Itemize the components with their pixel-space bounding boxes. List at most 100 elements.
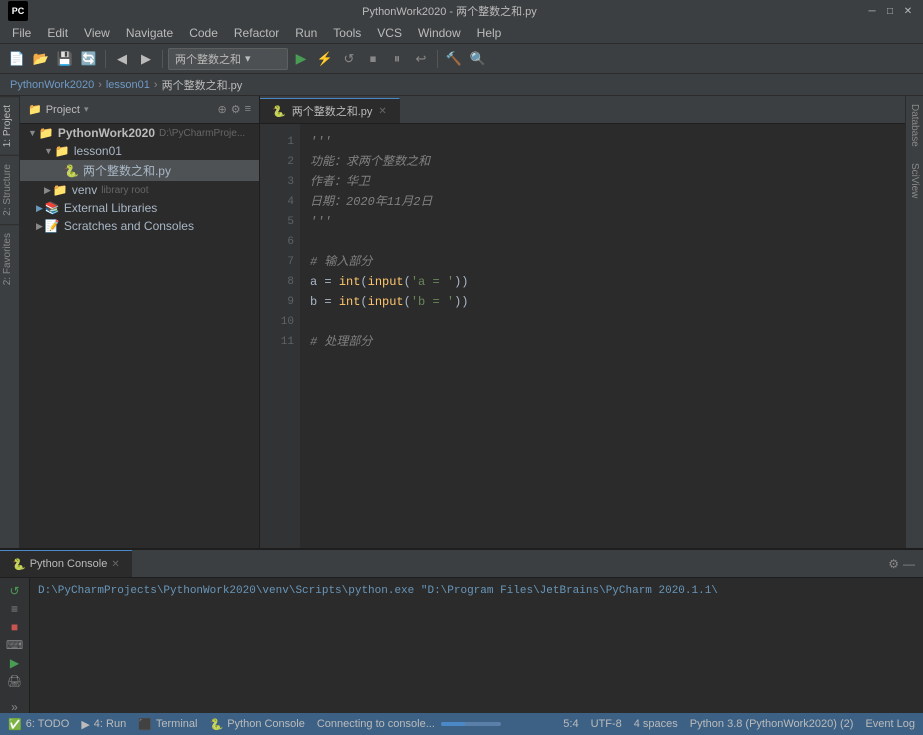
search-button[interactable]: 🔍 — [467, 48, 489, 70]
code-content[interactable]: ''' 功能：求两个整数之和 作者：华卫 日期：2020年11月2日 ''' #… — [300, 124, 905, 548]
status-position[interactable]: 5:4 — [563, 718, 578, 730]
stop-button[interactable]: ⏹ — [362, 48, 384, 70]
maximize-button[interactable]: □ — [883, 4, 897, 18]
menu-code[interactable]: Code — [181, 24, 226, 42]
bottom-tab-python-console[interactable]: 🐍 Python Console ✕ — [0, 550, 132, 577]
menu-refactor[interactable]: Refactor — [226, 24, 287, 42]
toolbar: 📄 📂 💾 🔄 ◀ ▶ 两个整数之和 ▾ ▶ ⚡ ↺ ⏹ ⏸ ↩ 🔨 🔍 — [0, 44, 923, 74]
build-button[interactable]: 🔨 — [443, 48, 465, 70]
close-button[interactable]: ✕ — [901, 4, 915, 18]
minimize-button[interactable]: ─ — [865, 4, 879, 18]
status-todo[interactable]: ✅ 6: TODO — [8, 718, 69, 731]
tree-ext-arrow: ▶ — [36, 203, 43, 214]
tree-scratches[interactable]: ▶ 📝 Scratches and Consoles — [20, 217, 259, 235]
breadcrumb-file[interactable]: 两个整数之和.py — [162, 77, 243, 93]
open-button[interactable]: 📂 — [30, 48, 52, 70]
breadcrumb: PythonWork2020 › lesson01 › 两个整数之和.py — [0, 74, 923, 96]
console-menu-button[interactable]: ≡ — [5, 602, 25, 616]
tree-lesson01-arrow: ▼ — [44, 146, 53, 156]
sync-button[interactable]: 🔄 — [78, 48, 100, 70]
status-indent[interactable]: 4 spaces — [634, 718, 678, 730]
forward-button[interactable]: ▶ — [135, 48, 157, 70]
coverage-button[interactable]: ⚡ — [314, 48, 336, 70]
status-run[interactable]: ▶ 4: Run — [81, 718, 126, 731]
editor-tab-main[interactable]: 🐍 两个整数之和.py ✕ — [260, 98, 400, 123]
title-bar: PC PythonWork2020 - 两个整数之和.py ─ □ ✕ — [0, 0, 923, 22]
line-num-7: 7 — [260, 252, 294, 272]
console-print-button[interactable]: 🖨 — [5, 674, 25, 688]
status-python-console[interactable]: 🐍 Python Console — [209, 718, 304, 731]
menu-run[interactable]: Run — [287, 24, 325, 42]
code-line-5: ''' — [310, 212, 895, 232]
status-python-version[interactable]: Python 3.8 (PythonWork2020) (2) — [690, 718, 854, 730]
tree-arrow-icon: ▼ — [28, 128, 37, 138]
tree-file[interactable]: 🐍 两个整数之和.py — [20, 160, 259, 181]
right-tab-database[interactable]: Database — [906, 96, 923, 155]
breadcrumb-folder[interactable]: lesson01 — [106, 79, 150, 91]
todo-icon: ✅ — [8, 718, 22, 731]
console-output-line: D:\PyCharmProjects\PythonWork2020\venv\S… — [38, 582, 915, 600]
breadcrumb-project[interactable]: PythonWork2020 — [10, 79, 94, 91]
gear-icon[interactable]: ≡ — [245, 103, 251, 116]
sidebar-tab-project[interactable]: 1: Project — [0, 96, 19, 155]
menu-help[interactable]: Help — [469, 24, 510, 42]
line-num-10: 10 — [260, 312, 294, 332]
breadcrumb-sep-1: › — [98, 79, 102, 91]
right-tab-sciview[interactable]: SciView — [906, 155, 923, 206]
console-more-button[interactable]: » — [5, 700, 25, 713]
editor-area: 🐍 两个整数之和.py ✕ 1 2 3 4 5 6 7 8 9 10 11 ''… — [260, 96, 905, 548]
save-button[interactable]: 💾 — [54, 48, 76, 70]
console-settings-icon[interactable]: ⚙ — [888, 557, 899, 571]
tree-venv[interactable]: ▶ 📁 venv library root — [20, 181, 259, 199]
console-minimize-icon[interactable]: — — [903, 557, 915, 571]
tree-scratches-label: Scratches and Consoles — [64, 219, 194, 233]
progress-bar — [441, 722, 501, 726]
root-folder-icon: 📁 — [39, 126, 54, 140]
back-button[interactable]: ◀ — [111, 48, 133, 70]
menu-file[interactable]: File — [4, 24, 39, 42]
status-encoding[interactable]: UTF-8 — [591, 718, 622, 730]
bottom-panel-toolbar: ⚙ — — [888, 557, 923, 571]
venv-folder-icon: 📁 — [53, 183, 68, 197]
tree-external-libs-label: External Libraries — [64, 201, 157, 215]
console-stop-button[interactable]: ■ — [5, 620, 25, 634]
console-tab-close[interactable]: ✕ — [111, 559, 119, 570]
console-input-button[interactable]: ⌨ — [5, 638, 25, 652]
line-num-6: 6 — [260, 232, 294, 252]
sidebar-tab-structure[interactable]: 2: Structure — [0, 155, 19, 224]
console-run-button[interactable]: ▶ — [5, 656, 25, 670]
console-content[interactable]: D:\PyCharmProjects\PythonWork2020\venv\S… — [30, 578, 923, 713]
sidebar-tab-favorites[interactable]: 2: Favorites — [0, 224, 19, 293]
run-button[interactable]: ▶ — [290, 48, 312, 70]
tree-lesson01[interactable]: ▼ 📁 lesson01 — [20, 142, 259, 160]
scope-icon[interactable]: ⊕ — [217, 103, 226, 116]
code-line-2: 功能：求两个整数之和 — [310, 152, 895, 172]
code-editor[interactable]: 1 2 3 4 5 6 7 8 9 10 11 ''' 功能：求两个整数之和 作… — [260, 124, 905, 548]
tree-root[interactable]: ▼ 📁 PythonWork2020 D:\PyCharmProje... — [20, 124, 259, 142]
menu-vcs[interactable]: VCS — [369, 24, 410, 42]
run-config-dropdown[interactable]: 两个整数之和 ▾ — [168, 48, 288, 70]
debug-rerun-button[interactable]: ↺ — [338, 48, 360, 70]
console-rerun-button[interactable]: ↺ — [5, 584, 25, 598]
menu-view[interactable]: View — [76, 24, 118, 42]
menu-tools[interactable]: Tools — [325, 24, 369, 42]
menu-window[interactable]: Window — [410, 24, 469, 42]
status-event-log[interactable]: Event Log — [865, 718, 915, 730]
line-num-8: 8 — [260, 272, 294, 292]
pause-button[interactable]: ⏸ — [386, 48, 408, 70]
line-num-2: 2 — [260, 152, 294, 172]
menu-edit[interactable]: Edit — [39, 24, 76, 42]
py-file-icon: 🐍 — [64, 164, 79, 178]
line-num-3: 3 — [260, 172, 294, 192]
project-title-label: Project — [46, 104, 80, 116]
tree-external-libs[interactable]: ▶ 📚 External Libraries — [20, 199, 259, 217]
tree-file-label: 两个整数之和.py — [83, 162, 171, 179]
step-button[interactable]: ↩ — [410, 48, 432, 70]
code-line-4: 日期：2020年11月2日 — [310, 192, 895, 212]
settings-icon[interactable]: ⚙ — [231, 103, 241, 116]
status-terminal[interactable]: ⬛ Terminal — [138, 718, 197, 731]
tab-close-button[interactable]: ✕ — [378, 106, 386, 117]
left-sidebar: 1: Project 2: Structure 2: Favorites — [0, 96, 20, 548]
menu-navigate[interactable]: Navigate — [118, 24, 181, 42]
new-file-button[interactable]: 📄 — [6, 48, 28, 70]
